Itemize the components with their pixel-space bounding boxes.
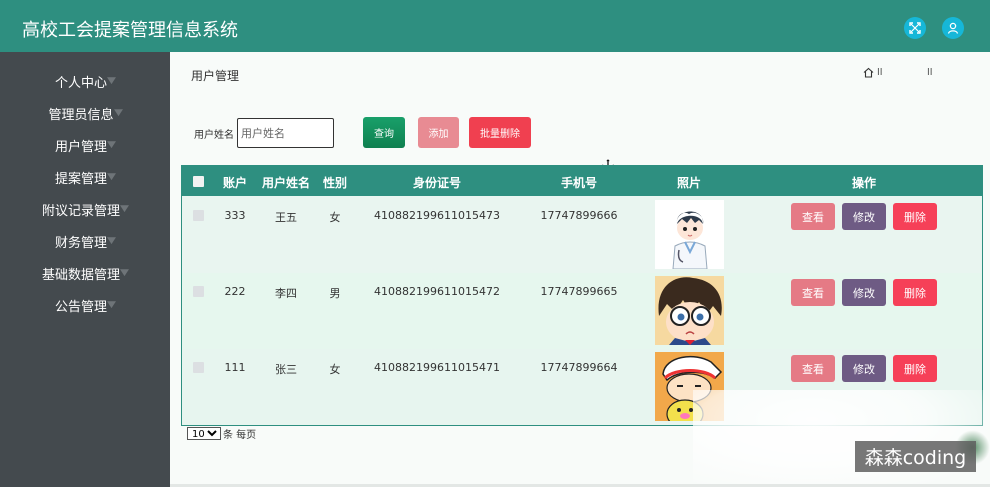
chevron-down-icon: ▼ <box>107 172 117 182</box>
row-checkbox[interactable] <box>193 286 204 297</box>
phone-cell: 17747899664 <box>540 361 618 374</box>
delete-button[interactable]: 删除 <box>893 203 937 230</box>
column-header: 照片 <box>676 176 702 190</box>
sidebar-item-personal-center[interactable]: 个人中心 ▼ <box>0 69 170 93</box>
account-cell: 111 <box>224 361 246 374</box>
sidebar-item-seconding-records[interactable]: 附议记录管理 ▼ <box>0 197 170 221</box>
username-search-input[interactable] <box>237 118 334 148</box>
sidebar-item-base-data[interactable]: 基础数据管理 ▼ <box>0 261 170 285</box>
sidebar-item-label: 基础数据管理 <box>42 267 121 283</box>
app-title: 高校工会提案管理信息系统 <box>22 20 238 41</box>
glow-overlay <box>693 390 990 487</box>
breadcrumb-home[interactable]: II <box>863 67 883 78</box>
pagination: 10 条 每页 <box>187 426 256 441</box>
home-icon <box>863 67 874 78</box>
id-number-cell: 410882199611015471 <box>374 361 500 374</box>
user-photo <box>655 200 724 269</box>
sidebar-item-label: 管理员信息 <box>48 107 114 123</box>
breadcrumb: 用户管理 <box>191 69 240 83</box>
edit-button[interactable]: 修改 <box>842 203 886 230</box>
sidebar: 个人中心 ▼ 管理员信息 ▼ 用户管理 ▼ 提案管理 ▼ 附议记录管理 ▼ 财务管理 ▼ 基… <box>0 52 170 487</box>
per-page-label: 条 每页 <box>223 430 257 441</box>
sidebar-item-label: 用户管理 <box>55 139 108 155</box>
table-row: 222 李四 男 410882199611015472 17747899665 <box>182 273 982 349</box>
column-header: 账户 <box>222 176 248 190</box>
column-header: 手机号 <box>560 176 598 190</box>
user-menu-button[interactable] <box>942 17 964 39</box>
column-header: 用户姓名 <box>261 176 311 190</box>
delete-button[interactable]: 删除 <box>893 279 937 306</box>
select-all-checkbox[interactable] <box>193 176 204 187</box>
chevron-down-icon: ▼ <box>107 140 117 150</box>
search-label: 用户姓名 <box>194 130 234 141</box>
delete-button[interactable]: 删除 <box>893 355 937 382</box>
page-size-select[interactable]: 10 <box>187 427 221 440</box>
column-header: 身份证号 <box>412 176 462 190</box>
gender-cell: 男 <box>329 287 341 300</box>
phone-cell: 17747899665 <box>540 285 618 298</box>
gender-cell: 女 <box>329 211 341 224</box>
sidebar-item-label: 财务管理 <box>55 235 108 251</box>
sidebar-item-user-management[interactable]: 用户管理 ▼ <box>0 133 170 157</box>
name-cell: 李四 <box>275 287 297 300</box>
fullscreen-button[interactable] <box>904 17 926 39</box>
name-cell: 王五 <box>275 211 297 224</box>
breadcrumb-separator-2: II <box>927 67 933 78</box>
column-header: 性别 <box>322 176 348 190</box>
edit-button[interactable]: 修改 <box>842 355 886 382</box>
query-button[interactable]: 查询 <box>363 117 405 148</box>
column-header: 操作 <box>851 176 877 190</box>
sidebar-item-proposal-management[interactable]: 提案管理 ▼ <box>0 165 170 189</box>
user-table: 账户 用户姓名 性别 身份证号 手机号 照片 操作 333 王五 女 41088… <box>181 165 983 426</box>
sidebar-item-label: 提案管理 <box>55 171 108 187</box>
bulk-delete-button[interactable]: 批量删除 <box>469 117 531 148</box>
table-row: 333 王五 女 410882199611015473 17747899666 <box>182 197 982 273</box>
user-photo <box>655 276 724 345</box>
sidebar-item-label: 公告管理 <box>55 299 108 315</box>
phone-cell: 17747899666 <box>540 209 618 222</box>
gender-cell: 女 <box>329 363 341 376</box>
chevron-down-icon: ▼ <box>113 108 123 118</box>
chevron-down-icon: ▼ <box>120 268 130 278</box>
account-cell: 222 <box>224 285 246 298</box>
user-icon <box>947 22 959 34</box>
top-header: 高校工会提案管理信息系统 <box>0 0 990 52</box>
account-cell: 333 <box>224 209 246 222</box>
sidebar-item-label: 附议记录管理 <box>42 203 121 219</box>
view-button[interactable]: 查看 <box>791 203 835 230</box>
chevron-down-icon: ▼ <box>107 300 117 310</box>
chevron-down-icon: ▼ <box>107 236 117 246</box>
chevron-down-icon: ▼ <box>107 76 117 86</box>
id-number-cell: 410882199611015473 <box>374 209 500 222</box>
view-button[interactable]: 查看 <box>791 355 835 382</box>
watermark: 森森coding <box>855 441 976 472</box>
view-button[interactable]: 查看 <box>791 279 835 306</box>
id-number-cell: 410882199611015472 <box>374 285 500 298</box>
sidebar-item-announcements[interactable]: 公告管理 ▼ <box>0 293 170 317</box>
row-checkbox[interactable] <box>193 210 204 221</box>
sidebar-item-admin-info[interactable]: 管理员信息 ▼ <box>0 101 170 125</box>
sidebar-item-label: 个人中心 <box>55 75 108 91</box>
expand-icon <box>909 22 921 34</box>
chevron-down-icon: ▼ <box>120 204 130 214</box>
breadcrumb-separator: II <box>877 67 883 78</box>
row-checkbox[interactable] <box>193 362 204 373</box>
edit-button[interactable]: 修改 <box>842 279 886 306</box>
table-header: 账户 用户姓名 性别 身份证号 手机号 照片 操作 <box>182 166 982 196</box>
sidebar-item-finance[interactable]: 财务管理 ▼ <box>0 229 170 253</box>
name-cell: 张三 <box>275 363 297 376</box>
add-button[interactable]: 添加 <box>418 117 459 148</box>
